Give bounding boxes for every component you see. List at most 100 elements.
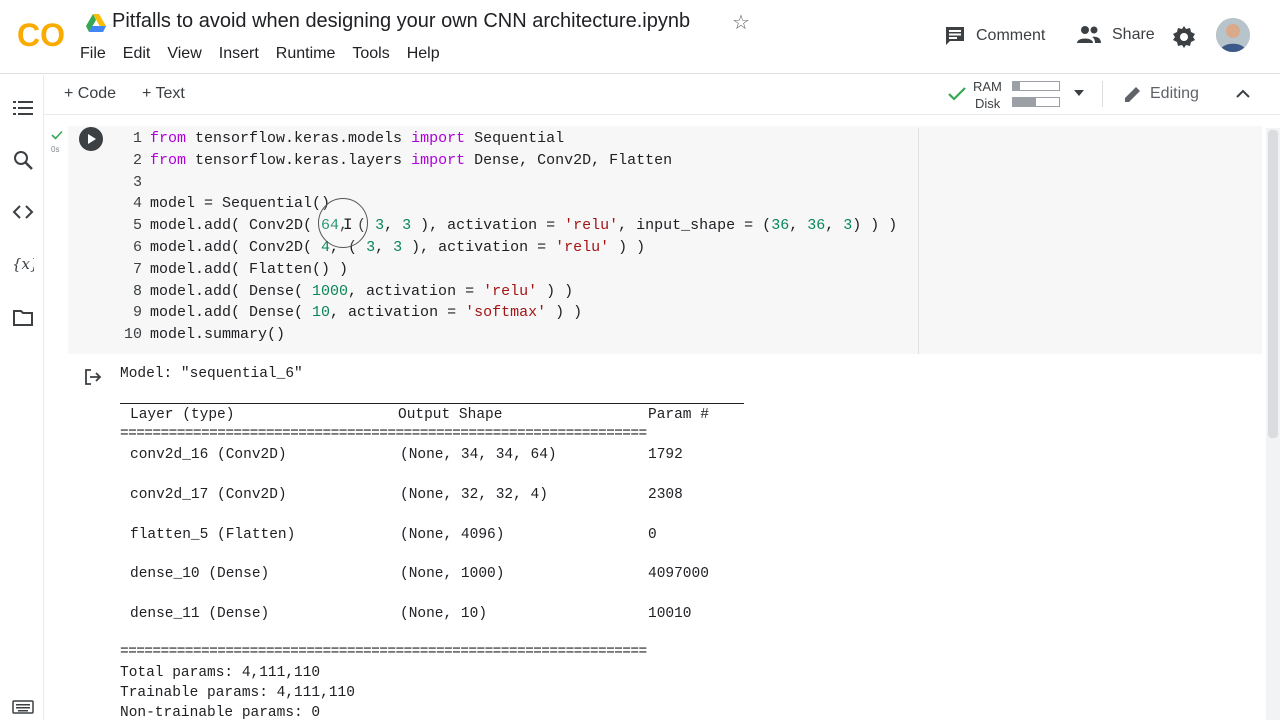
code-token: 36 (807, 217, 826, 235)
code-token: import (411, 130, 466, 147)
code-token: , activation = (330, 304, 466, 322)
code-line-5: 5 model.add( Conv2D( 64, ( 3, 3 ), activa… (118, 215, 897, 237)
code-token: 3 (843, 217, 853, 235)
code-token: model = Sequential() (150, 195, 331, 213)
comment-button[interactable]: Comment (944, 25, 1045, 47)
code-token: 1000 (312, 282, 349, 300)
menu-help[interactable]: Help (407, 45, 447, 63)
toolbar-divider (1102, 81, 1103, 107)
model-name-line: Model: "sequential_6" (120, 366, 303, 382)
code-token: model.add( Dense( (150, 282, 313, 300)
user-avatar[interactable] (1216, 18, 1250, 52)
ram-meter[interactable] (1012, 81, 1060, 91)
header-output-shape: Output Shape (398, 407, 503, 423)
share-label: Share (1112, 26, 1155, 43)
code-token: tensorflow.keras.layers (186, 151, 412, 169)
layer-name: conv2d_17 (Conv2D) (130, 487, 287, 503)
line-number: 2 (132, 151, 142, 169)
notebook-title[interactable]: Pitfalls to avoid when designing your ow… (112, 10, 690, 33)
gear-icon[interactable] (1172, 25, 1196, 49)
code-token: 'relu' (555, 238, 610, 256)
pencil-icon (1125, 87, 1140, 102)
folder-icon[interactable] (12, 307, 34, 329)
menu-file[interactable]: File (80, 45, 113, 63)
disk-meter[interactable] (1012, 97, 1060, 107)
layer-params: 0 (648, 527, 657, 543)
variables-icon[interactable]: {x} (12, 253, 34, 275)
chevron-up-icon[interactable] (1236, 87, 1250, 101)
code-token: 36 (771, 217, 790, 235)
code-token: 'softmax' (465, 304, 547, 322)
trainable-params: Trainable params: 4,111,110 (120, 685, 355, 701)
colab-logo[interactable]: CO (16, 14, 66, 54)
svg-text:CO: CO (17, 17, 65, 53)
code-token: , (375, 238, 394, 256)
menu-insert[interactable]: Insert (219, 45, 266, 63)
code-line-7: 7 model.add( Flatten() ) (118, 259, 897, 281)
code-line-4: 4 model = Sequential() (118, 193, 897, 215)
code-token: 3 (402, 217, 412, 235)
menu-view[interactable]: View (167, 45, 208, 63)
google-drive-icon[interactable] (86, 14, 106, 32)
editing-mode-button[interactable]: Editing (1124, 85, 1199, 103)
code-token: 3 (393, 238, 403, 256)
code-editor[interactable]: 1 from tensorflow.keras.models import Seq… (118, 128, 897, 346)
table-of-contents-icon[interactable] (12, 97, 34, 119)
code-token: , (384, 217, 403, 235)
left-sidebar: {x} (0, 75, 44, 720)
search-icon[interactable] (12, 149, 34, 171)
layer-shape: (None, 32, 32, 4) (400, 487, 548, 503)
menu-runtime[interactable]: Runtime (276, 45, 343, 63)
table-row: dense_11 (Dense) (None, 10) 10010 (120, 606, 760, 626)
code-token: 'relu' (564, 217, 619, 235)
resources-dropdown-icon[interactable] (1074, 90, 1084, 96)
header-param-count: Param # (648, 407, 709, 423)
disk-label: Disk (975, 96, 1001, 111)
editing-label: Editing (1150, 85, 1199, 102)
keyboard-icon[interactable] (12, 700, 34, 714)
code-token: , (825, 217, 844, 235)
add-code-button[interactable]: + Code (64, 85, 116, 103)
layer-name: flatten_5 (Flatten) (130, 527, 296, 543)
people-icon (1077, 26, 1101, 43)
code-token: model.add( Conv2D( (150, 217, 322, 235)
code-snippets-icon[interactable] (12, 201, 34, 223)
code-line-9: 9 model.add( Dense( 10, activation = 'sof… (118, 302, 897, 324)
scrollbar-thumb[interactable] (1268, 130, 1278, 438)
connected-check-icon (948, 87, 966, 101)
disk-meter-fill (1013, 98, 1036, 106)
code-token: ), activation = (402, 238, 556, 256)
run-cell-button[interactable] (79, 127, 103, 151)
notebook-toolbar: + Code + Text RAM Disk Editing (44, 75, 1280, 115)
star-icon[interactable]: ☆ (732, 10, 750, 35)
layer-shape: (None, 4096) (400, 527, 505, 543)
comment-label: Comment (976, 27, 1046, 44)
code-token: model.summary() (150, 326, 286, 344)
code-token: tensorflow.keras.models (186, 130, 412, 147)
table-row: conv2d_16 (Conv2D) (None, 34, 34, 64) 17… (120, 447, 760, 467)
layer-shape: (None, 1000) (400, 566, 505, 582)
code-token: model.add( Dense( (150, 304, 313, 322)
add-text-button[interactable]: + Text (142, 85, 185, 103)
code-token: ) ) (609, 238, 646, 256)
summary-top-rule (120, 403, 744, 404)
output-clear-icon[interactable] (84, 368, 102, 386)
total-params: Total params: 4,111,110 (120, 665, 321, 681)
cell-execution-time: 0s (51, 145, 60, 154)
summary-separator: ========================================… (120, 426, 647, 442)
code-token: ), activation = (411, 217, 565, 235)
line-number: 8 (132, 282, 142, 300)
code-token: import (411, 151, 466, 169)
code-token: 3 (375, 217, 385, 235)
code-token: model.add( Conv2D( (150, 238, 322, 256)
code-token: , (789, 217, 808, 235)
table-row: dense_10 (Dense) (None, 1000) 4097000 (120, 566, 760, 586)
layer-name: dense_11 (Dense) (130, 606, 270, 622)
menu-tools[interactable]: Tools (352, 45, 396, 63)
share-button[interactable]: Share (1076, 25, 1155, 45)
code-token: 'relu' (483, 282, 538, 300)
code-token: 3 (366, 238, 376, 256)
line-number: 1 (132, 130, 142, 147)
menu-edit[interactable]: Edit (123, 45, 158, 63)
layer-params: 10010 (648, 606, 692, 622)
